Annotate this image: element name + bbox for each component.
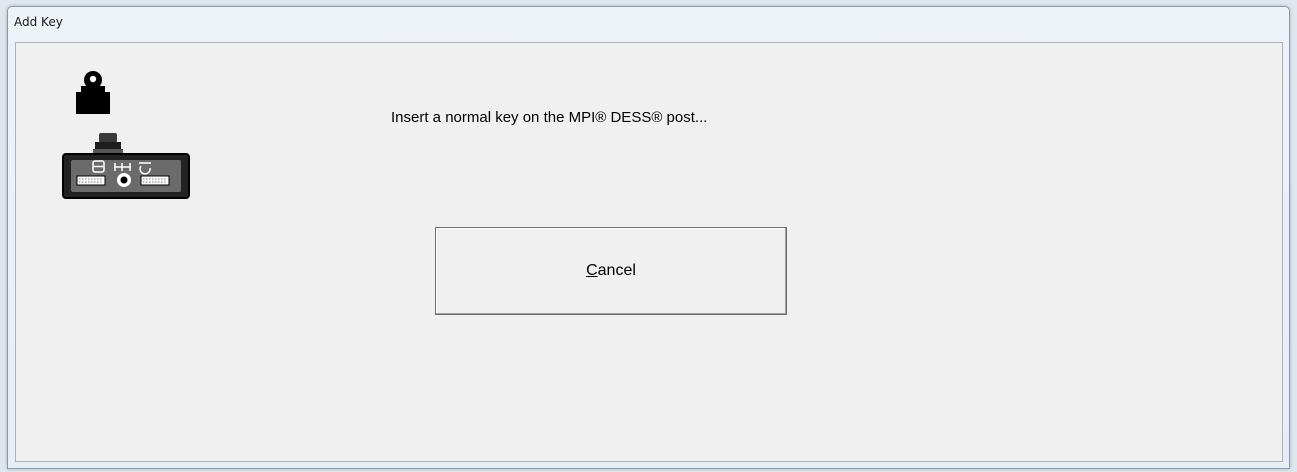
cancel-mnemonic: C	[586, 262, 598, 279]
add-key-window: Add Key Insert a normal key on the MPI® …	[7, 6, 1290, 469]
title-bar[interactable]: Add Key	[8, 7, 1289, 41]
dialog-body: Insert a normal key on the MPI® DESS® po…	[15, 42, 1283, 462]
instruction-message: Insert a normal key on the MPI® DESS® po…	[391, 109, 708, 126]
cancel-button[interactable]: Cancel	[435, 227, 787, 315]
cancel-label: ancel	[597, 262, 636, 279]
key-post-device-icon	[62, 133, 190, 199]
window-title: Add Key	[14, 15, 63, 29]
lock-icon	[76, 71, 110, 114]
